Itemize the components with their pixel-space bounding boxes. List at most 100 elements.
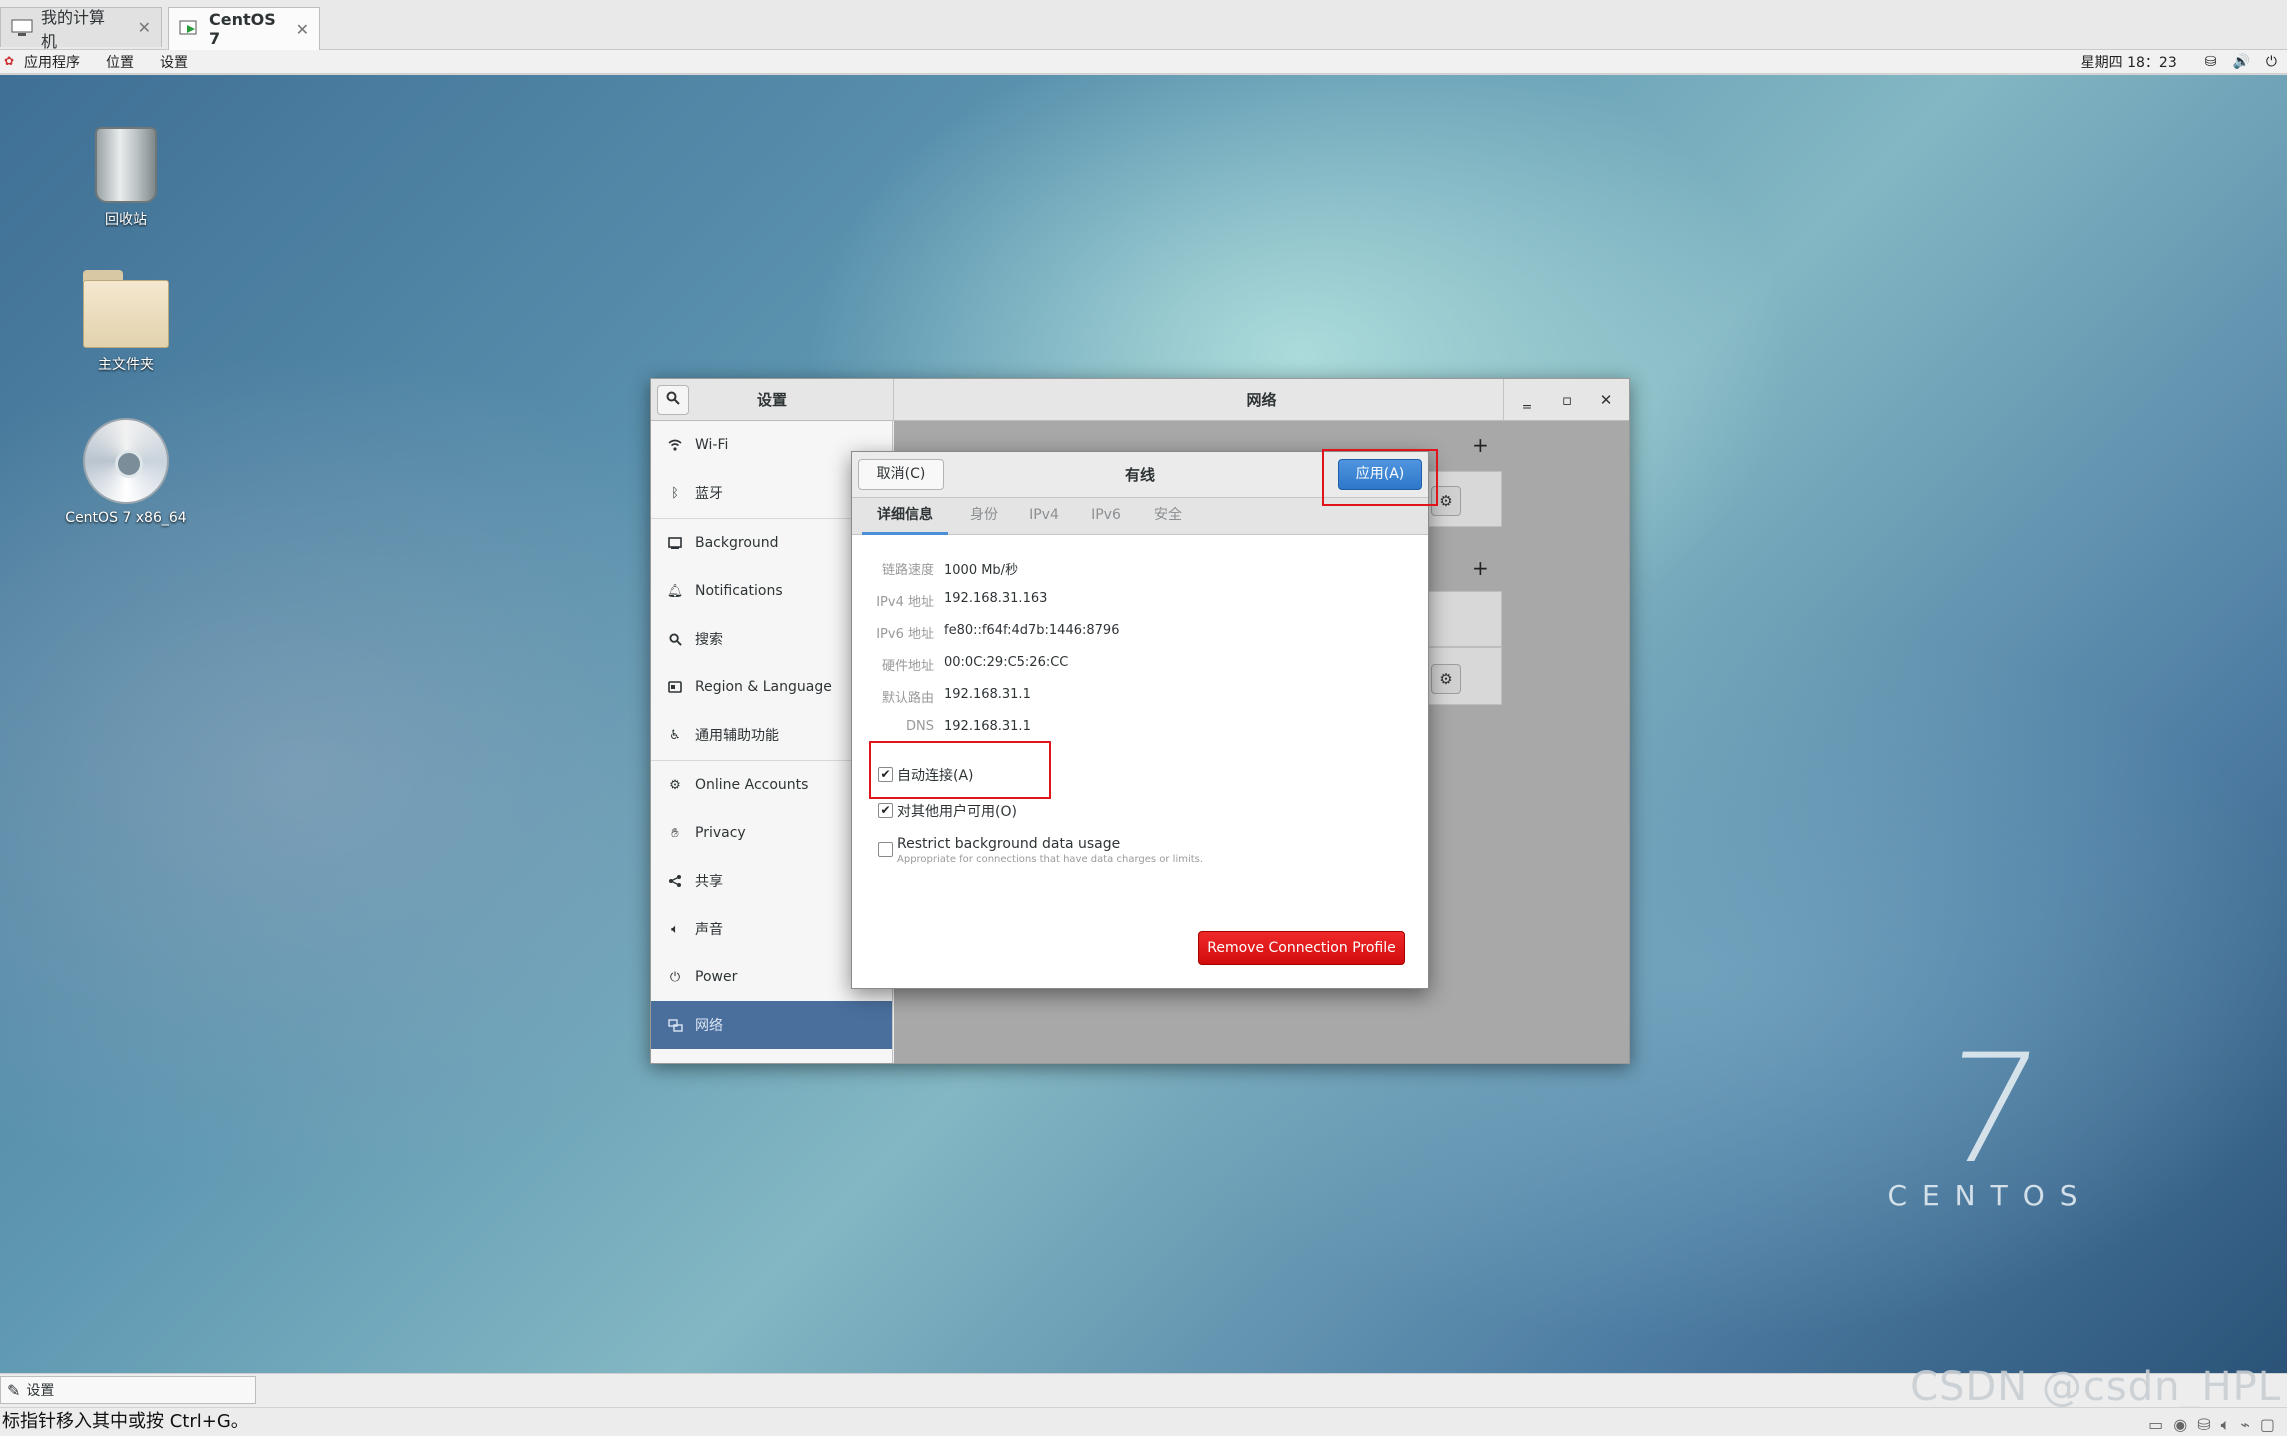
maximize-button[interactable]: ▫ xyxy=(1552,386,1582,414)
vm-icon xyxy=(179,20,201,38)
desktop-icon-label: CentOS 7 x86_64 xyxy=(65,510,187,526)
sidebar-item-label: Online Accounts xyxy=(695,777,809,793)
detail-row: 硬件地址 00:0C:29:C5:26:CC xyxy=(866,655,1068,677)
home-folder-icon xyxy=(83,270,169,348)
desktop-icon-trash[interactable]: 回收站 xyxy=(41,127,211,229)
search-icon xyxy=(665,631,685,647)
fullscreen-icon[interactable]: ▢ xyxy=(2260,1411,2275,1436)
annotation-box-auto-connect xyxy=(869,741,1051,799)
cancel-button[interactable]: 取消(C) xyxy=(858,459,944,490)
status-text: 标指针移入其中或按 Ctrl+G。 xyxy=(2,1411,249,1432)
detail-value: 192.168.31.1 xyxy=(944,719,1031,734)
network-icon xyxy=(665,1017,685,1033)
sound-icon[interactable]: 🔈︎ xyxy=(2221,1411,2231,1436)
restrict-sublabel: Appropriate for connections that have da… xyxy=(897,854,1204,865)
tab-security[interactable]: 安全 xyxy=(1140,498,1196,535)
close-icon[interactable]: ✕ xyxy=(138,18,151,37)
menu-places[interactable]: 位置 xyxy=(106,52,134,72)
sidebar-item-label: 搜索 xyxy=(695,632,723,648)
detail-key: IPv4 地址 xyxy=(876,595,934,610)
gnome-taskbar: ✎ 设置 CSDN @csdn_HPL xyxy=(0,1364,2287,1410)
sidebar-item-label: Background xyxy=(695,535,779,551)
centos-logo-number: 7 xyxy=(1930,1023,2050,1197)
trash-icon xyxy=(95,127,157,203)
detail-key: IPv6 地址 xyxy=(876,627,934,642)
region-icon xyxy=(665,679,685,695)
minimize-button[interactable]: ‗ xyxy=(1512,386,1542,414)
annotation-box-apply xyxy=(1322,449,1438,506)
hdd-icon[interactable]: ▭ xyxy=(2148,1411,2163,1436)
detail-row: IPv4 地址 192.168.31.163 xyxy=(866,591,1047,613)
detail-value: fe80::f64f:4d7b:1446:8796 xyxy=(944,623,1120,638)
centos-logo: 7 CENTOS xyxy=(1880,1023,2100,1212)
detail-value: 00:0C:29:C5:26:CC xyxy=(944,655,1069,670)
gear-icon[interactable]: ⚙︎ xyxy=(1431,664,1461,694)
detail-row: IPv6 地址 fe80::f64f:4d7b:1446:8796 xyxy=(866,623,1119,645)
bell-icon: 🔔︎ xyxy=(666,583,684,599)
close-button[interactable]: ✕ xyxy=(1591,386,1621,414)
restrict-background-checkbox[interactable]: Restrict background data usage Appropria… xyxy=(878,836,1203,865)
settings-title: 设置 xyxy=(756,391,787,409)
all-users-checkbox[interactable]: ✔ 对其他用户可用(O) xyxy=(878,801,1017,821)
tab-details[interactable]: 详细信息 xyxy=(862,498,948,535)
add-connection-icon[interactable]: + xyxy=(1472,433,1489,457)
tab-ipv4[interactable]: IPv4 xyxy=(1018,498,1070,535)
wifi-icon xyxy=(665,437,685,453)
apps-logo-icon: ✿ xyxy=(4,54,15,68)
sidebar-item-label: Power xyxy=(695,969,738,985)
detail-row: DNS 192.168.31.1 xyxy=(866,719,1031,741)
checkbox-box xyxy=(878,842,893,857)
desktop-icon-disc[interactable]: CentOS 7 x86_64 xyxy=(41,418,211,526)
sidebar-item-label: Notifications xyxy=(695,583,783,599)
taskbar-item-settings[interactable]: ✎ 设置 xyxy=(0,1376,256,1404)
remove-connection-button[interactable]: Remove Connection Profile xyxy=(1198,931,1405,965)
sidebar-item-network[interactable]: 网络 xyxy=(651,1001,892,1049)
checkmark-icon: ✔ xyxy=(878,803,893,818)
menu-applications[interactable]: 应用程序 xyxy=(24,52,80,72)
usb-icon[interactable]: ⌁ xyxy=(2240,1411,2250,1436)
all-users-label: 对其他用户可用(O) xyxy=(897,804,1017,820)
desktop-icon-label: 主文件夹 xyxy=(98,357,154,373)
power-icon: ⏻ xyxy=(669,969,681,985)
volume-icon[interactable]: 🔊 xyxy=(2232,54,2249,70)
power-icon[interactable]: ⏻ xyxy=(2266,54,2277,70)
gnome-top-bar: ✿ 应用程序 位置 设置 星期四 18：23 ⛁ 🔊 ⏻ xyxy=(0,50,2287,74)
vm-tab-centos[interactable]: CentOS 7 ✕ xyxy=(168,7,320,50)
restrict-label: Restrict background data usage xyxy=(897,836,1121,852)
detail-key: 链路速度 xyxy=(881,563,934,578)
cd-icon[interactable]: ◉ xyxy=(2173,1411,2187,1436)
detail-key: DNS xyxy=(906,719,934,734)
detail-key: 默认路由 xyxy=(881,691,934,706)
detail-key: 硬件地址 xyxy=(881,659,934,674)
speaker-icon: 🔈︎ xyxy=(671,921,679,937)
vm-tab-my-computer[interactable]: 我的计算机 ✕ xyxy=(0,7,162,51)
vm-tab-label: CentOS 7 xyxy=(209,10,276,48)
share-icon xyxy=(665,873,685,889)
sidebar-item-label: 共享 xyxy=(695,874,723,890)
vm-tab-label: 我的计算机 xyxy=(41,7,106,51)
watermark: CSDN @csdn_HPL xyxy=(1910,1364,2281,1410)
sidebar-item-label: 声音 xyxy=(695,922,723,938)
desktop-icon-home[interactable]: 主文件夹 xyxy=(41,270,211,374)
add-vpn-icon[interactable]: + xyxy=(1472,556,1489,580)
vm-status-bar: 标指针移入其中或按 Ctrl+G。 ▭ ◉ ⛁ 🔈︎ ⌁ ▢ xyxy=(0,1407,2287,1436)
tab-ipv6[interactable]: IPv6 xyxy=(1080,498,1132,535)
bluetooth-icon: ᛒ xyxy=(671,485,679,501)
network-adapter-icon[interactable]: ⛁ xyxy=(2197,1411,2210,1436)
network-status-icon[interactable]: ⛁ xyxy=(2205,54,2217,70)
close-icon[interactable]: ✕ xyxy=(296,20,309,39)
settings-header: 设置 网络 ‗ ▫ ✕ xyxy=(651,379,1629,421)
sidebar-item-label: 网络 xyxy=(695,1018,723,1034)
sidebar-item-label: Wi-Fi xyxy=(695,437,729,453)
sidebar-item-label: Region & Language xyxy=(695,679,832,695)
detail-row: 链路速度 1000 Mb/秒 xyxy=(866,559,1018,581)
menu-settings[interactable]: 设置 xyxy=(160,52,188,72)
tab-identity[interactable]: 身份 xyxy=(956,498,1012,535)
taskbar-item-label: 设置 xyxy=(26,1383,55,1399)
vm-tab-bar: 我的计算机 ✕ CentOS 7 ✕ xyxy=(0,0,2287,51)
computer-icon xyxy=(11,19,33,37)
accessibility-icon: ♿︎ xyxy=(669,727,681,743)
disc-icon xyxy=(83,418,169,504)
detail-value: 192.168.31.1 xyxy=(944,687,1031,702)
clock[interactable]: 星期四 18：23 xyxy=(2081,52,2177,72)
